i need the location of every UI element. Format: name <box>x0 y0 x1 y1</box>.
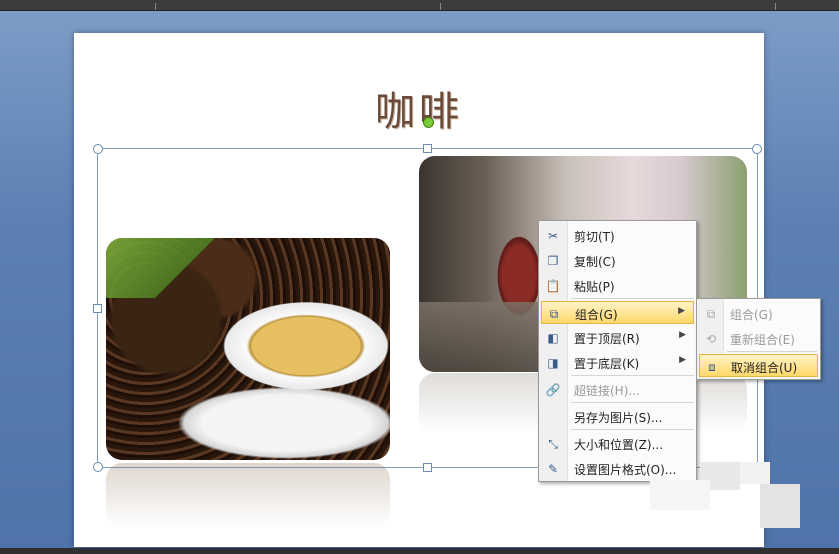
slide-title[interactable]: 咖啡 <box>74 79 764 137</box>
menu-item-paste[interactable]: 📋 粘贴(P) <box>541 274 694 297</box>
submenu-arrow-icon: ▶ <box>679 330 686 340</box>
submenu-arrow-icon: ▶ <box>678 306 685 316</box>
menu-item-group[interactable]: ⧉ 组合(G) ▶ <box>541 301 694 324</box>
resize-handle-bottom-left[interactable] <box>93 462 103 472</box>
context-menu: ✂ 剪切(T) ❐ 复制(C) 📋 粘贴(P) ⧉ 组合(G) ▶ ◧ 置于顶层… <box>538 220 697 482</box>
submenu-arrow-icon: ▶ <box>679 355 686 365</box>
menu-item-cut[interactable]: ✂ 剪切(T) <box>541 224 694 247</box>
format-picture-icon: ✎ <box>547 462 559 476</box>
menu-item-save-as-picture[interactable]: 另存为图片(S)... <box>541 405 694 428</box>
scissors-icon: ✂ <box>547 229 559 243</box>
mosaic-block <box>740 462 770 484</box>
rotation-handle[interactable] <box>423 117 434 128</box>
menu-item-format-picture[interactable]: ✎ 设置图片格式(O)... <box>541 457 694 480</box>
menu-item-size-and-position[interactable]: ⤡ 大小和位置(Z)... <box>541 432 694 455</box>
resize-handle-bottom[interactable] <box>423 463 432 472</box>
regroup-icon: ⟲ <box>705 332 717 346</box>
menu-item-hyperlink: 🔗 超链接(H)... <box>545 383 640 398</box>
resize-handle-top[interactable] <box>423 144 432 153</box>
resize-handle-left[interactable] <box>93 304 102 313</box>
submenu-item-ungroup[interactable]: ⧈ 取消组合(U) <box>699 354 818 377</box>
window-bottom-bar <box>0 548 839 554</box>
submenu-item-regroup: ⟲ 重新组合(E) <box>699 327 818 350</box>
copy-icon: ❐ <box>547 254 559 268</box>
group-icon: ⧉ <box>549 307 559 321</box>
coffee-cup-picture[interactable] <box>106 238 390 460</box>
group-submenu: ⧉ 组合(G) ⟲ 重新组合(E) ⧈ 取消组合(U) <box>696 298 821 380</box>
menu-separator <box>571 429 694 430</box>
size-position-icon: ⤡ <box>548 437 558 451</box>
menu-item-bring-to-front[interactable]: ◧ 置于顶层(R) ▶ <box>541 326 694 349</box>
paste-icon: 📋 <box>545 279 561 293</box>
coffee-picture-reflection <box>106 463 390 528</box>
menu-item-copy[interactable]: ❐ 复制(C) <box>541 249 694 272</box>
menu-separator <box>571 375 694 376</box>
submenu-item-group: ⧉ 组合(G) <box>699 302 818 325</box>
ungroup-icon: ⧈ <box>708 360 716 374</box>
menu-separator <box>571 298 694 299</box>
menu-separator <box>727 351 817 352</box>
hyperlink-icon: 🔗 <box>545 383 561 397</box>
send-to-back-icon: ◨ <box>547 356 559 370</box>
mosaic-block <box>650 480 710 510</box>
group-icon: ⧉ <box>706 307 716 321</box>
window-top-bar <box>0 0 839 11</box>
menu-separator <box>571 402 694 403</box>
bring-to-front-icon: ◧ <box>547 331 559 345</box>
resize-handle-top-left[interactable] <box>93 144 103 154</box>
mosaic-block <box>760 484 800 528</box>
resize-handle-top-right[interactable] <box>752 144 762 154</box>
menu-item-send-to-back[interactable]: ◨ 置于底层(K) ▶ <box>541 351 694 374</box>
